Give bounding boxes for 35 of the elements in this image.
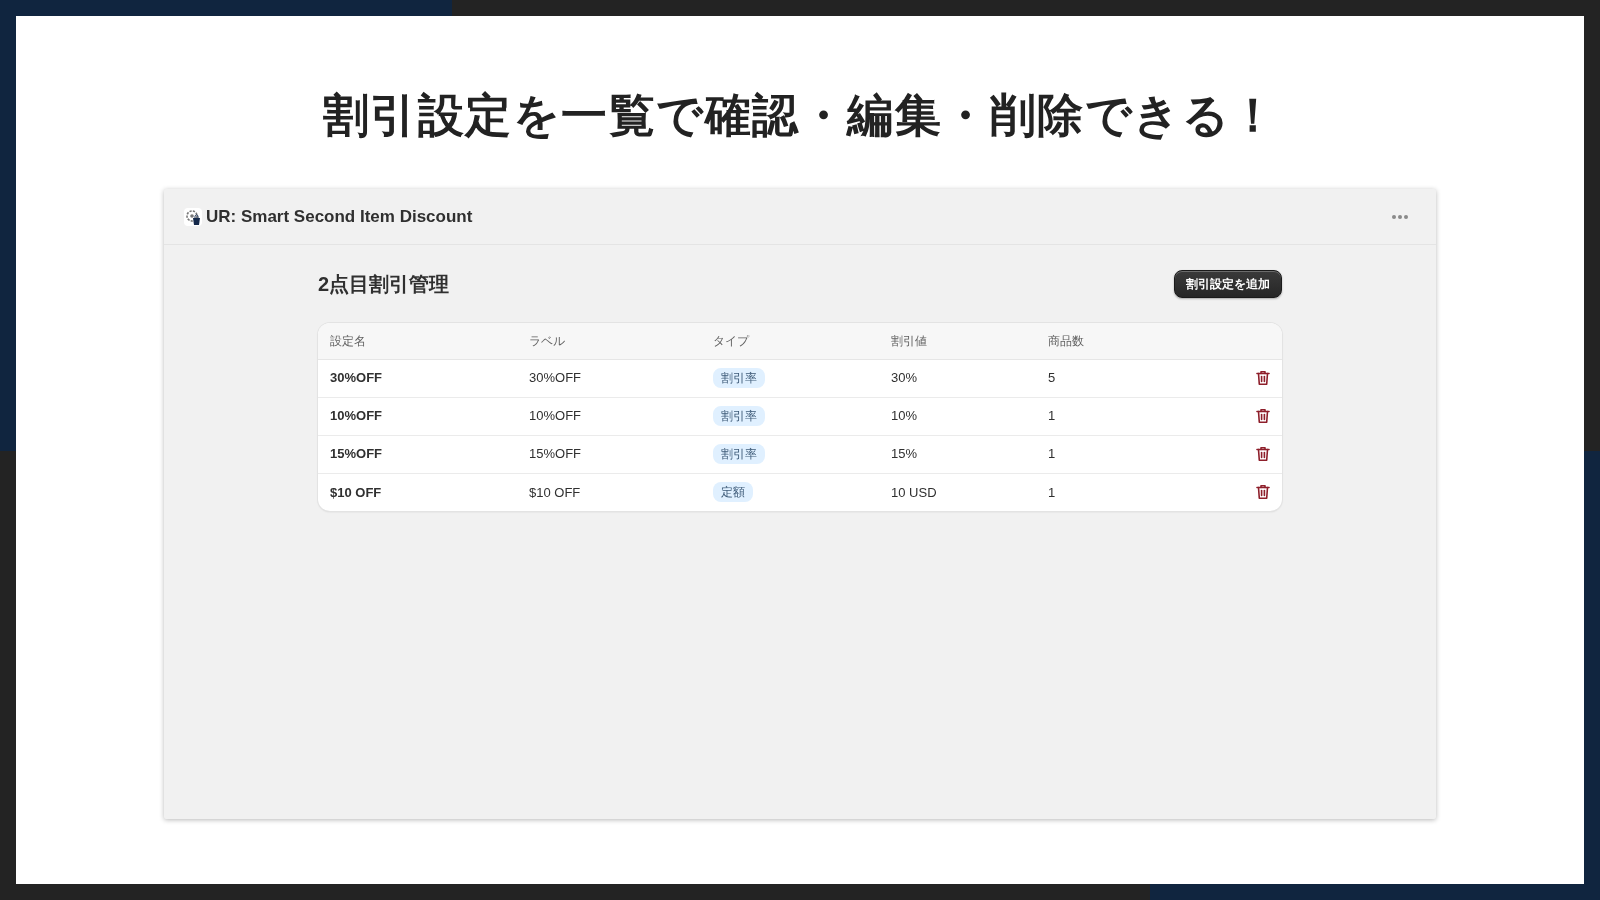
add-discount-button[interactable]: 割引設定を追加: [1174, 270, 1282, 298]
table-cell-text: $10 OFF: [529, 484, 581, 500]
column-header: 設定名: [330, 333, 366, 348]
page-title: 2点目割引管理: [318, 272, 450, 297]
slide-headline: 割引設定を一覧で確認・編集・削除できる！: [322, 88, 1278, 143]
table-cell-text: 10%: [891, 408, 918, 424]
trash-icon[interactable]: [1256, 408, 1270, 424]
column-header: 商品数: [1048, 333, 1084, 348]
column-header: 割引値: [891, 333, 927, 348]
table-cell-text: 1: [1048, 446, 1056, 462]
type-badge: 割引率: [713, 406, 765, 426]
table-cell-text: 15%: [891, 446, 918, 462]
table-cell-text: 5: [1048, 370, 1056, 386]
table-cell-text: 15%OFF: [529, 446, 581, 462]
type-badge: 割引率: [713, 444, 765, 464]
table-cell-text: 10 USD: [891, 484, 937, 500]
table-cell-text: 30%OFF: [529, 370, 581, 386]
app-icon: [184, 207, 202, 226]
trash-icon[interactable]: [1256, 446, 1270, 462]
column-header: ラベル: [529, 333, 565, 348]
discount-name: $10 OFF: [330, 484, 382, 500]
discount-name: 15%OFF: [330, 446, 382, 462]
more-options-icon[interactable]: [1392, 214, 1408, 219]
discount-name: 10%OFF: [330, 408, 382, 424]
table-cell-text: 1: [1048, 484, 1056, 500]
type-badge: 定額: [713, 482, 753, 503]
app-title: UR: Smart Second Item Discount: [206, 205, 473, 228]
type-badge: 割引率: [713, 368, 765, 388]
table-cell-text: 1: [1048, 408, 1056, 424]
trash-icon[interactable]: [1256, 370, 1270, 386]
column-header: タイプ: [713, 333, 749, 348]
table-cell-text: 30%: [891, 370, 918, 386]
trash-icon[interactable]: [1256, 484, 1270, 501]
discount-name: 30%OFF: [330, 370, 382, 386]
table-cell-text: 10%OFF: [529, 408, 581, 424]
